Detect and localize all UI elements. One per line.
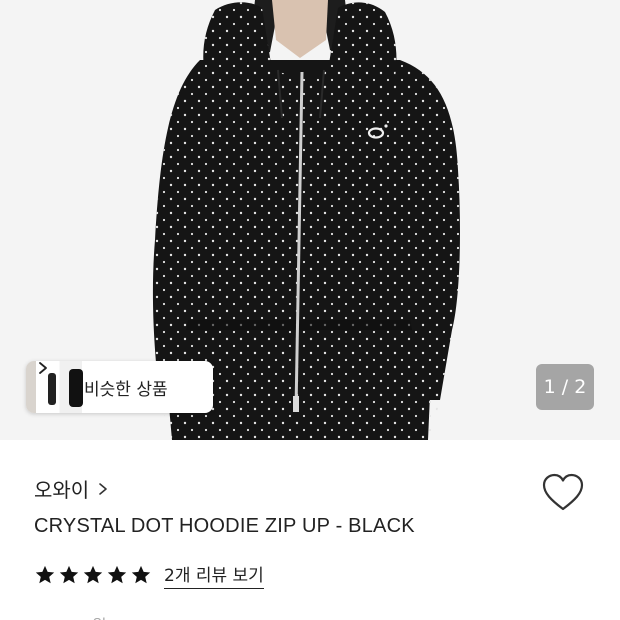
star-icon: [131, 565, 151, 584]
brand-name: 오와이: [34, 478, 90, 502]
image-page-indicator: 1 / 2: [536, 364, 594, 410]
similar-products-button[interactable]: 비슷한 상품: [26, 361, 213, 413]
rating-row: 2개 리뷰 보기: [34, 561, 264, 589]
star-icon: [35, 565, 55, 584]
chevron-right-icon: [39, 362, 47, 374]
similar-products-label: 비슷한 상품: [84, 379, 168, 400]
product-image[interactable]: 비슷한 상품 1 / 2: [0, 0, 620, 440]
brand-link[interactable]: 오와이: [34, 474, 109, 503]
rating-stars: [34, 564, 152, 586]
wishlist-heart-icon[interactable]: [541, 472, 585, 514]
product-title: CRYSTAL DOT HOODIE ZIP UP - BLACK: [34, 515, 415, 537]
review-link[interactable]: 2개 리뷰 보기: [164, 561, 264, 589]
chevron-right-icon: [99, 482, 108, 495]
similar-product-thumbnail: [26, 361, 83, 413]
star-icon: [107, 565, 127, 584]
price-partial: 129,000원: [34, 612, 107, 620]
star-icon: [83, 565, 103, 584]
star-icon: [59, 565, 79, 584]
